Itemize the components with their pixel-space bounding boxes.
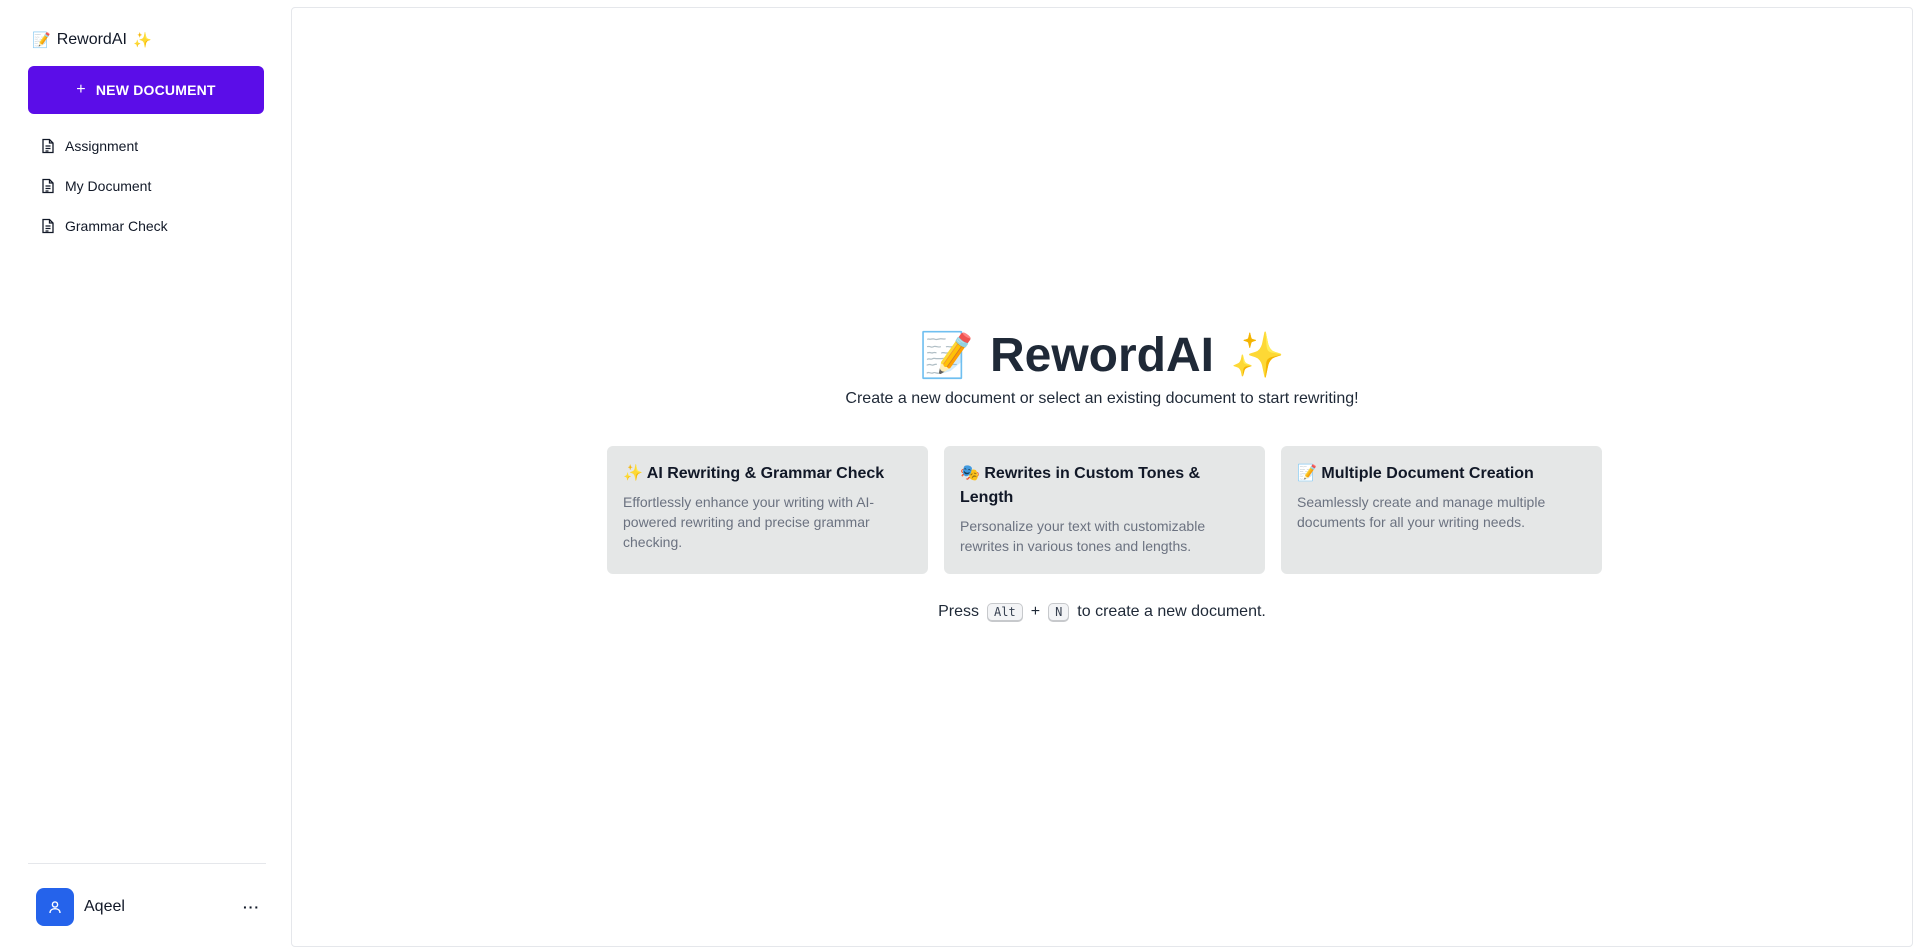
new-document-label: NEW DOCUMENT bbox=[95, 82, 216, 98]
document-icon bbox=[42, 218, 54, 234]
hero: 📝 RewordAI ✨ Create a new document or se… bbox=[292, 326, 1912, 408]
sparkles-icon: ✨ bbox=[1230, 331, 1285, 380]
document-list: Assignment My Document Grammar Check bbox=[28, 126, 262, 246]
brand[interactable]: 📝 RewordAI ✨ bbox=[28, 28, 262, 52]
feature-title-text: Multiple Document Creation bbox=[1321, 465, 1534, 482]
sparkles-icon: ✨ bbox=[132, 32, 152, 49]
feature-description: Personalize your text with customizable … bbox=[960, 518, 1206, 554]
key-alt: Alt bbox=[987, 603, 1023, 621]
feature-cards: ✨ AI Rewriting & Grammar Check Effortles… bbox=[607, 446, 1602, 574]
theater-masks-icon: 🎭 bbox=[960, 465, 980, 482]
new-document-button[interactable]: + NEW DOCUMENT bbox=[28, 66, 264, 114]
shortcut-prefix: Press bbox=[938, 603, 980, 620]
feature-title-text: AI Rewriting & Grammar Check bbox=[646, 465, 885, 482]
memo-icon: 📝 bbox=[32, 32, 51, 49]
sidebar: 📝 RewordAI ✨ + NEW DOCUMENT Assignment M… bbox=[0, 0, 290, 950]
plus-icon: + bbox=[76, 81, 86, 98]
brand-name: RewordAI bbox=[56, 31, 127, 48]
keyboard-shortcut-hint: Press Alt + N to create a new document. bbox=[292, 603, 1912, 621]
memo-icon: 📝 bbox=[919, 331, 974, 380]
document-icon bbox=[42, 178, 54, 194]
app-root: 📝 RewordAI ✨ + NEW DOCUMENT Assignment M… bbox=[0, 0, 1920, 950]
avatar[interactable] bbox=[36, 888, 74, 926]
shortcut-suffix: to create a new document. bbox=[1077, 603, 1266, 620]
feature-description: Seamlessly create and manage multiple do… bbox=[1297, 494, 1546, 530]
document-item-label: Grammar Check bbox=[65, 218, 168, 234]
feature-description: Effortlessly enhance your writing with A… bbox=[623, 494, 875, 550]
user-name: Aqeel bbox=[84, 898, 125, 915]
user-icon bbox=[49, 901, 61, 914]
feature-title-text: Rewrites in Custom Tones & Length bbox=[960, 465, 1201, 506]
hero-title-text: RewordAI bbox=[989, 328, 1214, 382]
key-n: N bbox=[1048, 603, 1070, 621]
feature-card-custom-tones: 🎭 Rewrites in Custom Tones & Length Pers… bbox=[944, 446, 1265, 574]
memo-icon: 📝 bbox=[1297, 465, 1317, 482]
document-item-label: My Document bbox=[65, 178, 152, 194]
document-item-assignment[interactable]: Assignment bbox=[28, 126, 262, 166]
document-item-grammar-check[interactable]: Grammar Check bbox=[28, 206, 262, 246]
sparkles-icon: ✨ bbox=[623, 465, 643, 482]
feature-title: 🎭 Rewrites in Custom Tones & Length bbox=[960, 462, 1249, 510]
document-icon bbox=[42, 138, 54, 154]
hero-title: 📝 RewordAI ✨ bbox=[292, 326, 1912, 384]
document-item-label: Assignment bbox=[65, 138, 139, 154]
feature-title: ✨ AI Rewriting & Grammar Check bbox=[623, 462, 912, 486]
hero-subtitle: Create a new document or select an exist… bbox=[845, 390, 1359, 407]
more-options-icon[interactable]: ··· bbox=[243, 899, 260, 915]
user-panel: Aqeel ··· bbox=[28, 863, 266, 950]
feature-card-ai-rewriting: ✨ AI Rewriting & Grammar Check Effortles… bbox=[607, 446, 928, 574]
main-panel: 📝 RewordAI ✨ Create a new document or se… bbox=[291, 7, 1913, 947]
shortcut-plus: + bbox=[1030, 603, 1041, 620]
feature-card-multiple-documents: 📝 Multiple Document Creation Seamlessly … bbox=[1281, 446, 1602, 574]
feature-title: 📝 Multiple Document Creation bbox=[1297, 462, 1586, 486]
document-item-my-document[interactable]: My Document bbox=[28, 166, 262, 206]
